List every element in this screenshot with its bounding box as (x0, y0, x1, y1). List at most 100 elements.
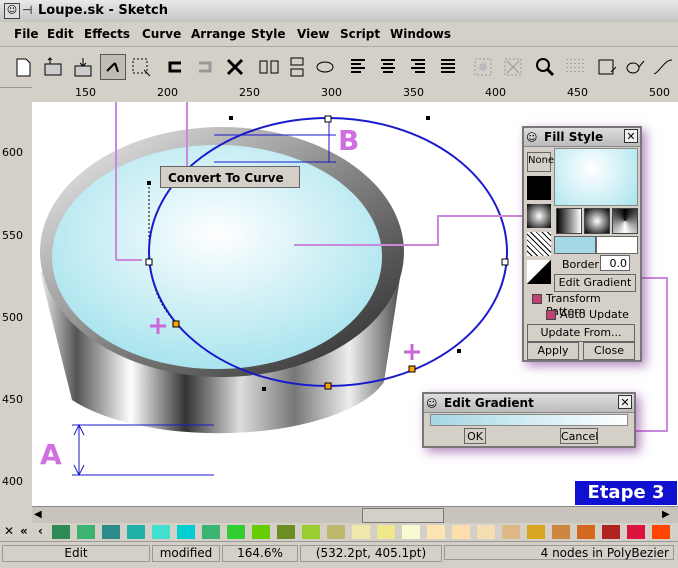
ruler-label: 550 (2, 229, 23, 242)
ellipse-tool-icon[interactable] (622, 54, 648, 80)
palette-swatch[interactable] (377, 525, 395, 539)
close-icon[interactable]: ✕ (618, 395, 632, 409)
undo-icon[interactable] (162, 54, 188, 80)
status-selection: 4 nodes in PolyBezier (444, 545, 674, 560)
menu-effects[interactable]: Effects (84, 27, 130, 41)
ungroup-icon[interactable] (500, 54, 526, 80)
update-from-button[interactable]: Update From... (527, 324, 635, 342)
palette-swatch[interactable] (302, 525, 320, 539)
gradient-bar[interactable] (430, 414, 628, 426)
palette-swatch[interactable] (177, 525, 195, 539)
redo-icon[interactable] (192, 54, 218, 80)
context-menu-convert-to-curve[interactable]: Convert To Curve (160, 166, 300, 188)
palette-swatch[interactable] (527, 525, 545, 539)
palette-swatch[interactable] (402, 525, 420, 539)
group-icon[interactable] (470, 54, 496, 80)
select-rect-icon[interactable] (128, 54, 154, 80)
open-icon[interactable] (40, 54, 66, 80)
palette-swatch[interactable] (502, 525, 520, 539)
ruler-label: 350 (403, 86, 424, 99)
palette-swatch[interactable] (652, 525, 670, 539)
pin-icon[interactable]: ⊣ (22, 3, 32, 17)
palette-swatch[interactable] (352, 525, 370, 539)
palette-swatch[interactable] (427, 525, 445, 539)
gradient-conical-button[interactable] (612, 208, 638, 234)
rectangle-tool-icon[interactable] (594, 54, 620, 80)
ruler-label: 200 (157, 86, 178, 99)
palette-first-icon[interactable]: « (20, 524, 28, 538)
no-color-icon[interactable]: ✕ (4, 524, 14, 538)
align-right-icon[interactable] (406, 54, 432, 80)
menu-script[interactable]: Script (340, 27, 380, 41)
new-document-icon[interactable] (10, 54, 36, 80)
window-menu-icon[interactable]: ☺ (4, 3, 20, 19)
status-coords: (532.2pt, 405.1pt) (300, 545, 442, 562)
step-label: Etape 3 (575, 481, 677, 505)
palette-swatch[interactable] (102, 525, 120, 539)
scroll-right-icon[interactable]: ▶ (662, 509, 674, 521)
auto-update-checkbox[interactable] (546, 310, 556, 320)
menu-curve[interactable]: Curve (142, 27, 181, 41)
align-left-icon[interactable] (346, 54, 372, 80)
palette-swatch[interactable] (327, 525, 345, 539)
fill-hatch-button[interactable] (527, 232, 551, 256)
close-button[interactable]: Close (583, 342, 635, 360)
status-mode: Edit (2, 545, 150, 562)
border-input[interactable]: 0.0 (600, 255, 630, 271)
palette-prev-icon[interactable]: ‹ (38, 524, 43, 538)
gradient-color-start[interactable] (554, 236, 596, 254)
palette-swatch[interactable] (227, 525, 245, 539)
palette-swatch[interactable] (452, 525, 470, 539)
horizontal-scrollbar[interactable]: ◀ ▶ (32, 506, 678, 523)
menu-view[interactable]: View (297, 27, 329, 41)
gradient-linear-button[interactable] (556, 208, 582, 234)
window-title: Loupe.sk - Sketch (38, 3, 169, 18)
palette-swatch[interactable] (202, 525, 220, 539)
palette-swatch[interactable] (152, 525, 170, 539)
fill-gradient-button[interactable] (527, 204, 551, 228)
menu-arrange[interactable]: Arrange (191, 27, 246, 41)
palette-swatch[interactable] (277, 525, 295, 539)
transform-pattern-checkbox[interactable] (532, 294, 542, 304)
align-justify-icon[interactable] (436, 54, 462, 80)
annotation-b: B (338, 124, 360, 157)
palette-swatch[interactable] (577, 525, 595, 539)
delete-icon[interactable] (222, 54, 248, 80)
flip-horizontal-icon[interactable] (256, 54, 282, 80)
fill-pattern-button[interactable] (527, 260, 551, 284)
palette-swatch[interactable] (552, 525, 570, 539)
fill-none-button[interactable]: None (527, 152, 554, 172)
grid-icon[interactable] (562, 54, 588, 80)
palette-swatch[interactable] (627, 525, 645, 539)
menu-style[interactable]: Style (251, 27, 285, 41)
edit-tool-icon[interactable] (100, 54, 126, 80)
align-center-icon[interactable] (376, 54, 402, 80)
save-icon[interactable] (70, 54, 96, 80)
fill-style-window: ☺ Fill Style ✕ None Border 0.0 Edit Grad… (522, 126, 642, 362)
fill-solid-button[interactable] (527, 176, 551, 200)
window-menu-icon[interactable]: ☺ (526, 129, 537, 147)
palette-swatch[interactable] (127, 525, 145, 539)
menu-file[interactable]: File (14, 27, 39, 41)
close-icon[interactable]: ✕ (624, 129, 638, 143)
gradient-radial-button[interactable] (584, 208, 610, 234)
scrollbar-thumb[interactable] (362, 508, 444, 523)
palette-swatch[interactable] (77, 525, 95, 539)
menu-edit[interactable]: Edit (47, 27, 74, 41)
gradient-cancel-button[interactable]: Cancel (560, 428, 598, 444)
window-menu-icon[interactable]: ☺ (426, 395, 437, 413)
bezier-tool-icon[interactable] (650, 54, 676, 80)
palette-swatch[interactable] (602, 525, 620, 539)
flip-vertical-icon[interactable] (284, 54, 310, 80)
rotate-icon[interactable] (312, 54, 338, 80)
zoom-icon[interactable] (532, 54, 558, 80)
apply-button[interactable]: Apply (527, 342, 579, 360)
palette-swatch[interactable] (477, 525, 495, 539)
menu-windows[interactable]: Windows (390, 27, 451, 41)
edit-gradient-button[interactable]: Edit Gradient (554, 274, 636, 292)
palette-swatch[interactable] (252, 525, 270, 539)
palette-swatch[interactable] (52, 525, 70, 539)
gradient-color-end[interactable] (596, 236, 638, 254)
gradient-ok-button[interactable]: OK (464, 428, 486, 444)
scroll-left-icon[interactable]: ◀ (34, 509, 46, 521)
